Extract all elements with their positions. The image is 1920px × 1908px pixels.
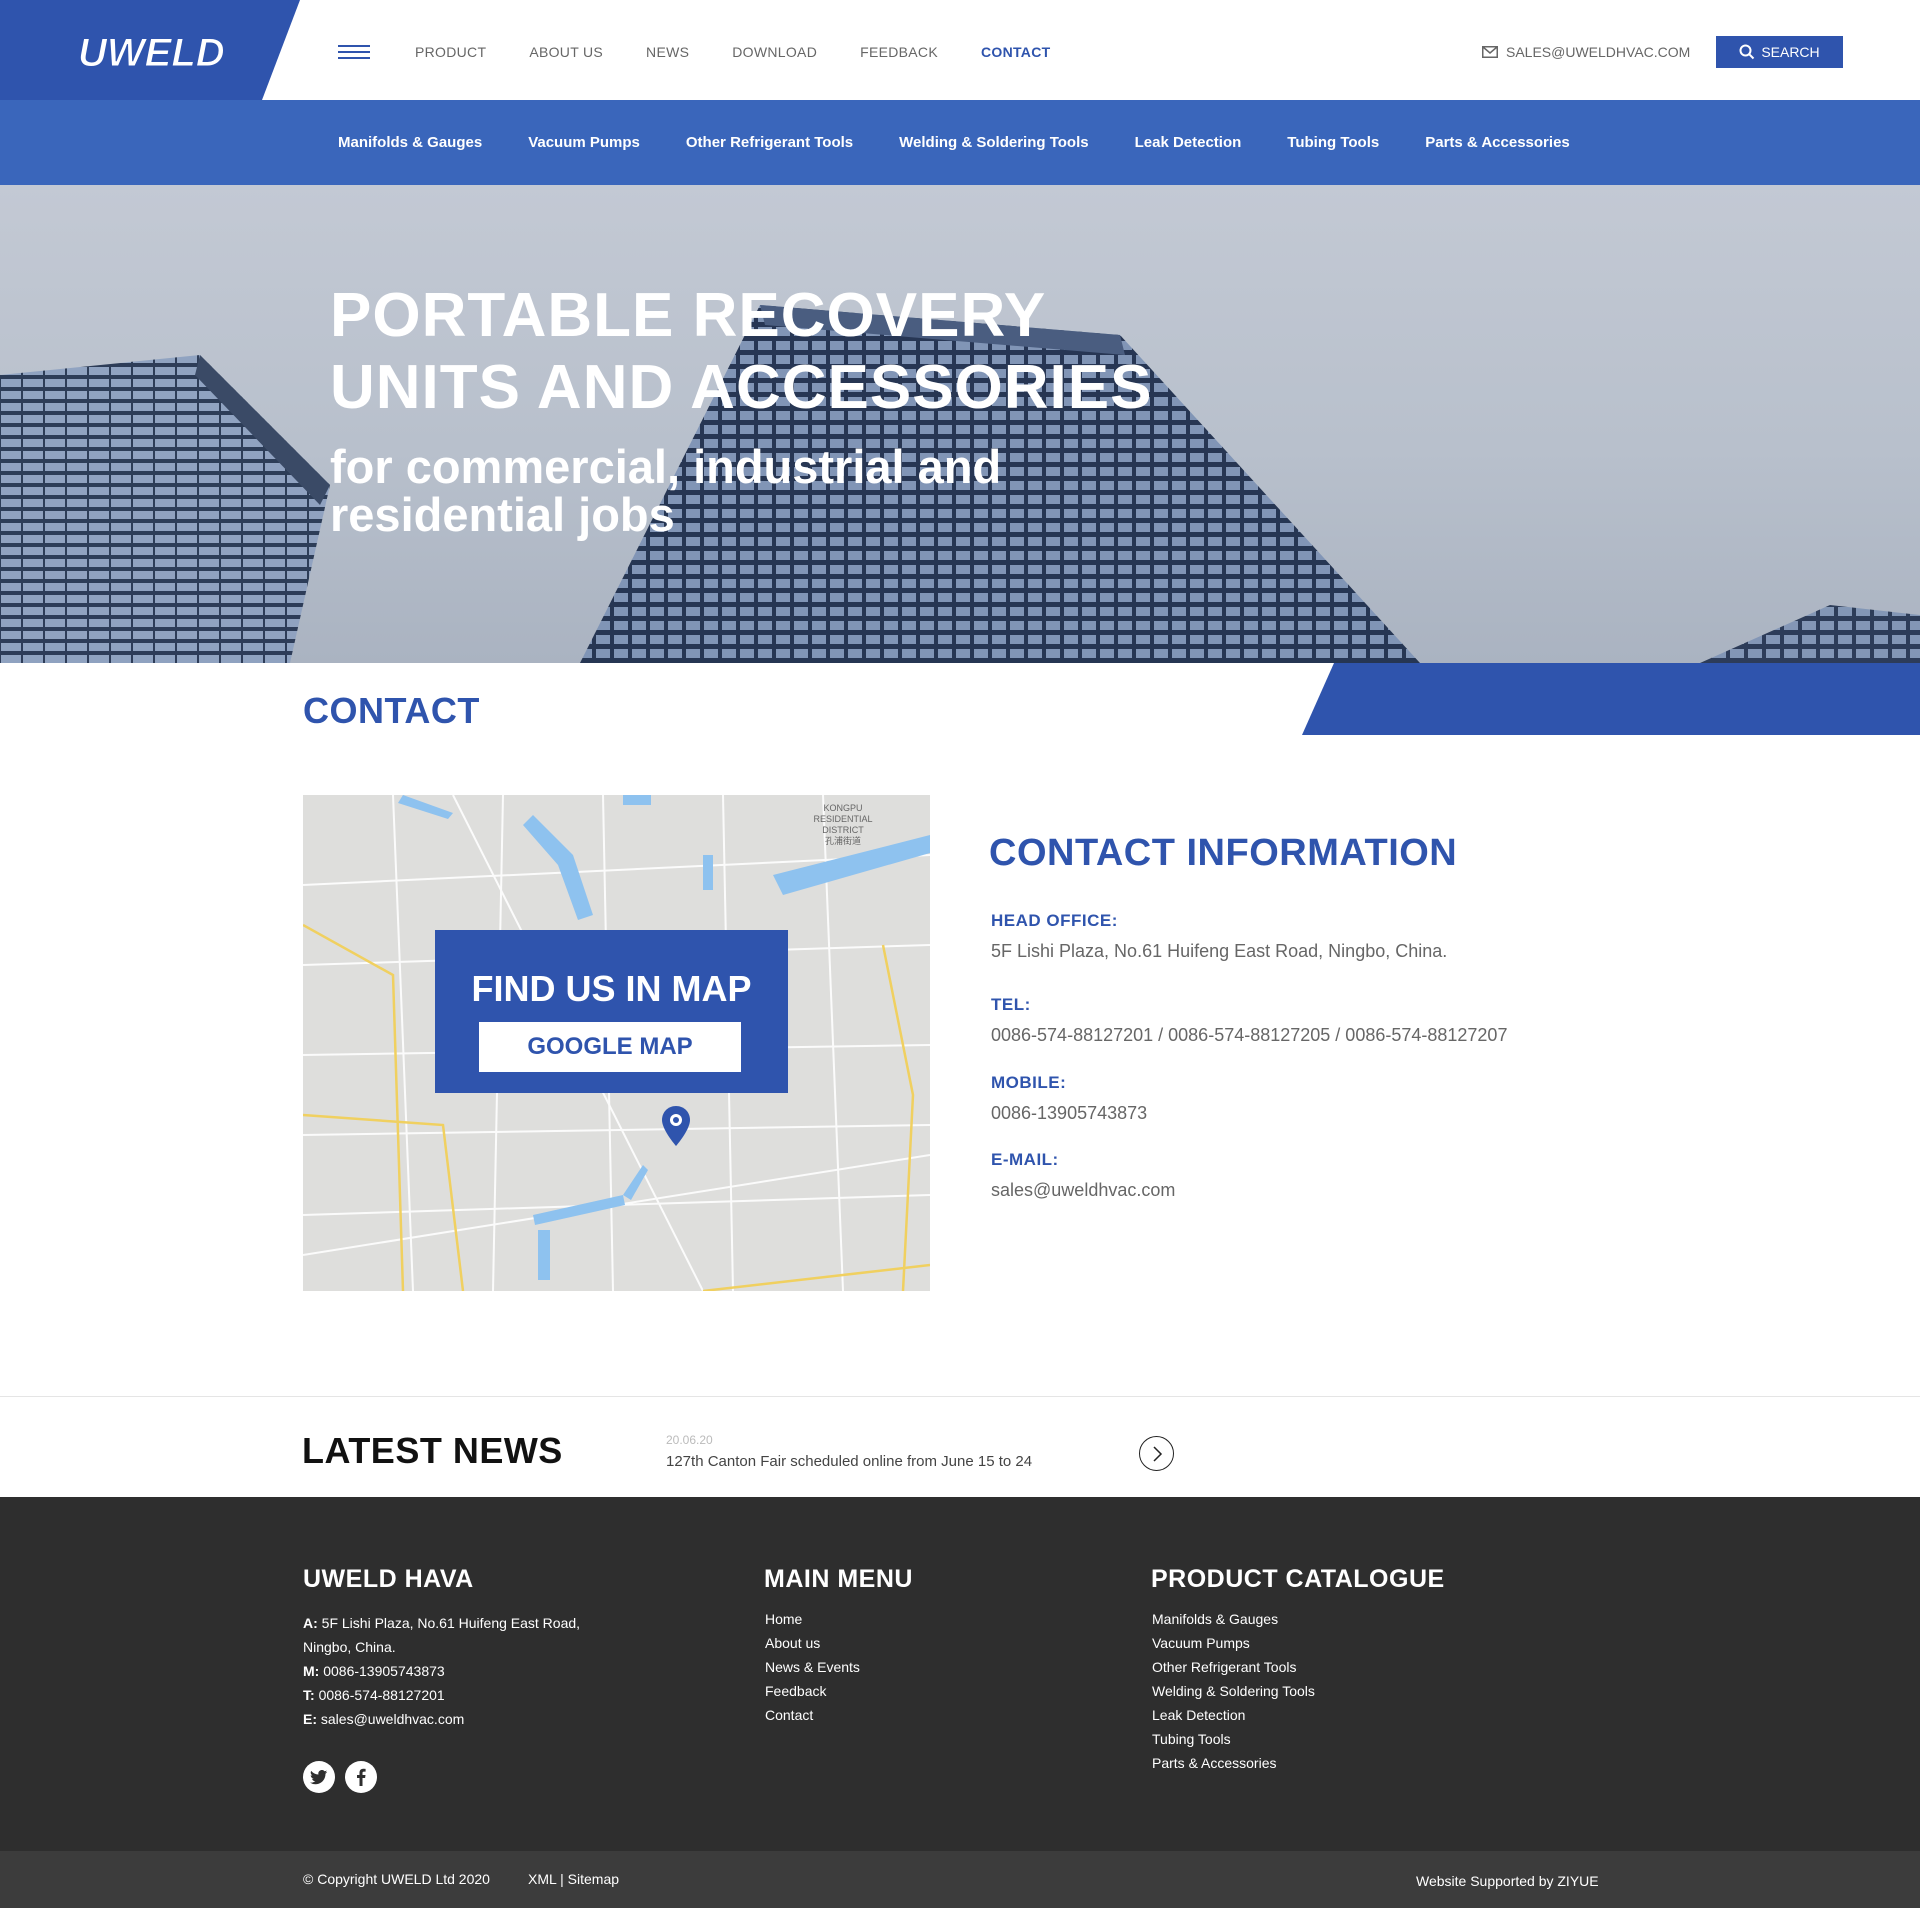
district-line3: DISTRICT: [822, 825, 864, 835]
nav-product[interactable]: PRODUCT: [415, 44, 486, 60]
find-us-panel: FIND US IN MAP GOOGLE MAP: [435, 930, 788, 1093]
email-value[interactable]: sales@uweldhvac.com: [991, 1180, 1175, 1201]
footer-menu-list: Home About us News & Events Feedback Con…: [765, 1607, 860, 1727]
header-email[interactable]: SALES@UWELDHVAC.COM: [1482, 44, 1690, 60]
hero-subtitle-line2: residential jobs: [330, 488, 675, 541]
mobile-label-footer: M:: [303, 1663, 320, 1679]
category-refrigerant-tools[interactable]: Other Refrigerant Tools: [686, 134, 853, 151]
page-title: CONTACT: [303, 690, 480, 731]
supported-by[interactable]: Website Supported by ZIYUE: [1416, 1873, 1599, 1889]
find-us-heading: FIND US IN MAP: [471, 968, 752, 1009]
address-label: A:: [303, 1615, 318, 1631]
search-icon: [1739, 44, 1755, 60]
news-headline[interactable]: 127th Canton Fair scheduled online from …: [666, 1453, 1032, 1470]
search-button[interactable]: SEARCH: [1716, 36, 1843, 68]
footer-catalogue-heading: PRODUCT CATALOGUE: [1151, 1565, 1445, 1593]
location-map[interactable]: KONGPU RESIDENTIAL DISTRICT 孔浦街道 FIND US…: [303, 795, 930, 1291]
footer-cat-tubing[interactable]: Tubing Tools: [1152, 1727, 1315, 1751]
copyright-text: © Copyright UWELD Ltd 2020: [303, 1871, 490, 1887]
email-label-footer: E:: [303, 1711, 317, 1727]
nav-contact[interactable]: CONTACT: [981, 44, 1051, 60]
news-next-button[interactable]: [1139, 1436, 1174, 1471]
search-label: SEARCH: [1761, 44, 1820, 60]
chevron-right-icon: [1152, 1445, 1162, 1462]
skyscraper-image: [0, 305, 1920, 663]
head-office-label: HEAD OFFICE:: [991, 911, 1118, 930]
menu-icon[interactable]: [338, 45, 370, 59]
tel-footer: 0086-574-88127201: [318, 1687, 445, 1703]
address-line1: 5F Lishi Plaza, No.61 Huifeng East Road,: [321, 1615, 581, 1631]
district-line2: RESIDENTIAL: [813, 814, 873, 824]
tel-label: TEL:: [991, 995, 1031, 1014]
address-line2: Ningbo, China.: [303, 1639, 396, 1655]
hero-title: PORTABLE RECOVERY UNITS AND ACCESSORIES: [330, 280, 1153, 424]
hero-banner: PORTABLE RECOVERY UNITS AND ACCESSORIES …: [0, 185, 1920, 663]
facebook-icon[interactable]: [345, 1761, 377, 1793]
district-line1: KONGPU: [823, 803, 863, 813]
email-footer[interactable]: sales@uweldhvac.com: [321, 1711, 464, 1727]
footer-menu-heading: MAIN MENU: [764, 1565, 913, 1593]
mobile-value: 0086-13905743873: [991, 1103, 1148, 1123]
tel-value: 0086-574-88127201 / 0086-574-88127205 / …: [991, 1025, 1508, 1045]
nav-news[interactable]: NEWS: [646, 44, 689, 60]
latest-news-title: LATEST NEWS: [302, 1430, 563, 1471]
google-map-button[interactable]: GOOGLE MAP: [479, 1022, 741, 1072]
news-date: 20.06.20: [666, 1433, 713, 1447]
hero-subtitle-line1: for commercial, industrial and: [330, 440, 1002, 493]
footer-cat-vacuum[interactable]: Vacuum Pumps: [1152, 1631, 1315, 1655]
xml-sitemap-links[interactable]: XML | Sitemap: [528, 1871, 619, 1887]
hero-subtitle: for commercial, industrial and residenti…: [330, 443, 1001, 539]
map-pin-icon[interactable]: [661, 1105, 691, 1147]
footer-link-home[interactable]: Home: [765, 1607, 860, 1631]
footer-address: A: 5F Lishi Plaza, No.61 Huifeng East Ro…: [303, 1611, 580, 1731]
header-email-text: SALES@UWELDHVAC.COM: [1506, 44, 1691, 60]
nav-about-us[interactable]: ABOUT US: [529, 44, 603, 60]
footer-link-feedback[interactable]: Feedback: [765, 1679, 860, 1703]
hero-title-line1: PORTABLE RECOVERY: [330, 281, 1047, 350]
category-welding-tools[interactable]: Welding & Soldering Tools: [899, 134, 1088, 151]
twitter-icon[interactable]: [303, 1761, 335, 1793]
footer-link-news[interactable]: News & Events: [765, 1655, 860, 1679]
footer-cat-manifolds[interactable]: Manifolds & Gauges: [1152, 1607, 1315, 1631]
divider: [0, 1396, 1920, 1397]
contact-info-title: CONTACT INFORMATION: [989, 832, 1458, 874]
envelope-icon: [1482, 46, 1498, 58]
copyright-bar: © Copyright UWELD Ltd 2020 XML | Sitemap…: [0, 1851, 1920, 1908]
top-navigation: PRODUCT ABOUT US NEWS DOWNLOAD FEEDBACK …: [415, 44, 1093, 60]
footer-link-contact[interactable]: Contact: [765, 1703, 860, 1727]
footer-cat-welding[interactable]: Welding & Soldering Tools: [1152, 1679, 1315, 1703]
site-footer: UWELD HAVA A: 5F Lishi Plaza, No.61 Huif…: [0, 1497, 1920, 1851]
footer-catalogue-list: Manifolds & Gauges Vacuum Pumps Other Re…: [1152, 1607, 1315, 1775]
email-label: E-MAIL:: [991, 1150, 1059, 1169]
district-line4: 孔浦街道: [824, 836, 861, 846]
district-label: KONGPU RESIDENTIAL DISTRICT 孔浦街道: [803, 803, 883, 847]
footer-cat-parts[interactable]: Parts & Accessories: [1152, 1751, 1315, 1775]
category-parts[interactable]: Parts & Accessories: [1425, 134, 1570, 151]
footer-link-about[interactable]: About us: [765, 1631, 860, 1655]
mobile-label: MOBILE:: [991, 1073, 1067, 1092]
hero-title-line2: UNITS AND ACCESSORIES: [330, 353, 1153, 422]
head-office-value: 5F Lishi Plaza, No.61 Huifeng East Road,…: [991, 941, 1448, 961]
footer-cat-refrigerant[interactable]: Other Refrigerant Tools: [1152, 1655, 1315, 1679]
category-manifolds[interactable]: Manifolds & Gauges: [338, 134, 482, 151]
tel-label-footer: T:: [303, 1687, 315, 1703]
category-vacuum-pumps[interactable]: Vacuum Pumps: [528, 134, 640, 151]
accent-band: [1302, 663, 1920, 735]
category-tubing-tools[interactable]: Tubing Tools: [1287, 134, 1379, 151]
logo-text: UWELD: [78, 31, 225, 72]
site-header: UWELD PRODUCT ABOUT US NEWS DOWNLOAD FEE…: [0, 0, 1920, 100]
product-category-bar: Manifolds & Gauges Vacuum Pumps Other Re…: [0, 100, 1920, 185]
uweld-logo[interactable]: UWELD: [76, 30, 242, 73]
nav-download[interactable]: DOWNLOAD: [732, 44, 817, 60]
footer-cat-leak[interactable]: Leak Detection: [1152, 1703, 1315, 1727]
category-leak-detection[interactable]: Leak Detection: [1135, 134, 1242, 151]
nav-feedback[interactable]: FEEDBACK: [860, 44, 938, 60]
mobile-footer: 0086-13905743873: [323, 1663, 445, 1679]
footer-company-heading: UWELD HAVA: [303, 1565, 474, 1593]
